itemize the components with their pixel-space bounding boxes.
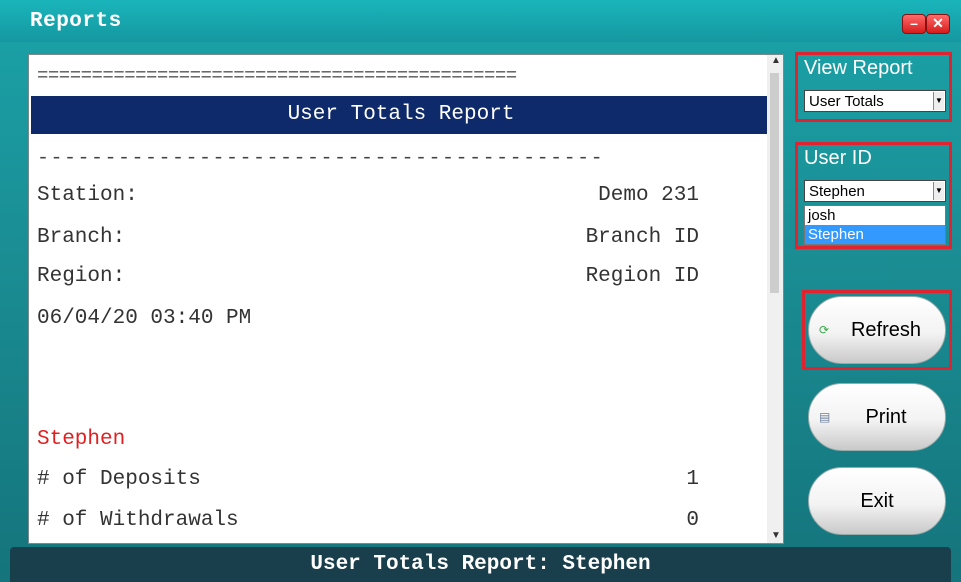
deposits-label: # of Deposits: [37, 468, 201, 491]
report-user-name: Stephen: [37, 428, 126, 451]
withdrawals-value: 0: [686, 509, 699, 532]
refresh-label: Refresh: [850, 319, 922, 341]
chevron-down-icon[interactable]: ▼: [933, 92, 944, 110]
station-label: Station:: [37, 184, 138, 207]
region-value: Region ID: [585, 265, 699, 288]
minimize-icon[interactable]: –: [902, 14, 926, 34]
report-viewer[interactable]: ========================================…: [28, 54, 784, 544]
close-icon[interactable]: ✕: [926, 14, 950, 34]
user-id-select[interactable]: Stephen ▼: [804, 180, 946, 202]
double-rule: ========================================…: [37, 65, 517, 87]
print-button[interactable]: ▤ Print: [808, 383, 946, 451]
report-scrollbar[interactable]: ▲ ▼: [767, 55, 783, 543]
status-bar: User Totals Report: Stephen: [10, 547, 951, 582]
scroll-down-icon[interactable]: ▼: [771, 530, 781, 541]
single-rule: ----------------------------------------…: [37, 147, 605, 170]
user-option-josh[interactable]: josh: [805, 206, 945, 225]
withdrawals-row: # of Withdrawals 0: [37, 509, 699, 537]
withdrawals-label: # of Withdrawals: [37, 509, 239, 532]
view-report-selected: User Totals: [809, 93, 884, 110]
view-report-select[interactable]: User Totals ▼: [804, 90, 946, 112]
exit-label: Exit: [860, 490, 894, 512]
scroll-thumb[interactable]: [770, 73, 779, 293]
branch-label: Branch:: [37, 226, 126, 249]
view-report-label: View Report: [804, 57, 913, 79]
station-row: Station: Demo 231: [37, 184, 699, 212]
user-id-selected: Stephen: [809, 183, 865, 200]
title-bar: Reports – ✕: [0, 0, 961, 42]
window-title: Reports: [30, 10, 122, 33]
datetime-row: 06/04/20 03:40 PM: [37, 307, 699, 335]
refresh-button[interactable]: ⟳ Refresh: [808, 296, 946, 364]
scroll-up-icon[interactable]: ▲: [771, 55, 781, 66]
chevron-down-icon[interactable]: ▼: [933, 182, 944, 200]
user-option-stephen[interactable]: Stephen: [805, 225, 945, 244]
user-id-dropdown-list[interactable]: josh Stephen: [804, 205, 946, 245]
print-label: Print: [865, 406, 907, 428]
station-value: Demo 231: [598, 184, 699, 207]
report-header: User Totals Report: [31, 96, 771, 134]
region-label: Region:: [37, 265, 126, 288]
exit-button[interactable]: Exit: [808, 467, 946, 535]
branch-value: Branch ID: [585, 226, 699, 249]
user-id-label: User ID: [804, 147, 872, 169]
deposits-row: # of Deposits 1: [37, 468, 699, 496]
branch-row: Branch: Branch ID: [37, 226, 699, 254]
report-datetime: 06/04/20 03:40 PM: [37, 307, 252, 330]
region-row: Region: Region ID: [37, 265, 699, 293]
deposits-value: 1: [686, 468, 699, 491]
